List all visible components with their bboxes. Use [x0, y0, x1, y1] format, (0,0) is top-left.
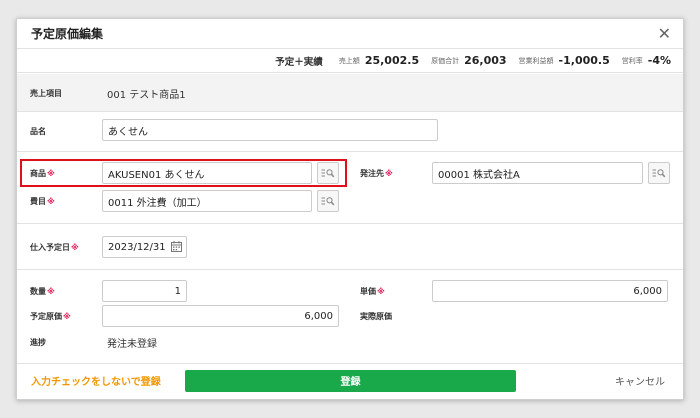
sales-item-row: 売上項目 001 テスト商品1 — [17, 74, 683, 112]
register-without-check-link[interactable]: 入力チェックをしないで登録 — [31, 373, 161, 388]
purchase-date-row: 仕入予定日※ 2023/12/31 — [17, 224, 683, 270]
summary-mode: 予定＋実績 — [275, 56, 323, 68]
dialog-title: 予定原価編集 — [31, 27, 104, 41]
expense-input[interactable]: 0011 外注費（加工） — [102, 190, 312, 212]
supplier-lookup-button[interactable] — [648, 162, 670, 184]
actual-cost-label: 実際原価 — [360, 312, 392, 321]
progress-value: 発注未登録 — [107, 339, 157, 350]
product-input[interactable]: AKUSEN01 あくせん — [102, 162, 312, 184]
progress-label: 進捗 — [30, 338, 46, 347]
calendar-icon — [171, 241, 182, 252]
item-name-label: 品名 — [30, 127, 46, 136]
summary-cost-label: 原価合計 — [431, 56, 460, 65]
supplier-label: 発注先※ — [360, 169, 393, 178]
cancel-button[interactable]: キャンセル — [615, 373, 665, 388]
unit-price-label: 単価※ — [360, 287, 385, 296]
unit-price-input[interactable]: 6,000 — [432, 280, 668, 302]
list-search-icon — [321, 197, 335, 206]
purchase-date-value: 2023/12/31 — [108, 241, 166, 253]
cost-edit-dialog: 予定原価編集 ✕ 予定＋実績 売上額 25,002.5 原価合計 26,003 … — [16, 18, 684, 400]
quantity-label: 数量※ — [30, 287, 55, 296]
planned-cost-input[interactable]: 6,000 — [102, 305, 339, 327]
summary-cost-value: 26,003 — [464, 54, 507, 67]
summary-profit-value: -1,000.5 — [558, 54, 610, 67]
product-row: 商品※ AKUSEN01 あくせん 発注先※ 00001 株式会社A 費目※ 0… — [17, 152, 683, 224]
summary-sales-value: 25,002.5 — [364, 54, 420, 67]
purchase-date-label: 仕入予定日※ — [30, 243, 79, 252]
product-lookup-button[interactable] — [317, 162, 339, 184]
summary-sales-label: 売上額 — [338, 56, 360, 65]
summary-bar: 予定＋実績 売上額 25,002.5 原価合計 26,003 営業利益額 -1,… — [17, 49, 683, 73]
quantity-price-row: 数量※ 1 単価※ 6,000 予定原価※ 6,000 実際原価 進捗 発注未登… — [17, 270, 683, 364]
dialog-header: 予定原価編集 ✕ — [17, 19, 683, 49]
expense-label: 費目※ — [30, 197, 55, 206]
list-search-icon — [652, 169, 666, 178]
purchase-date-input[interactable]: 2023/12/31 — [102, 236, 187, 258]
list-search-icon — [321, 169, 335, 178]
dialog-footer: 入力チェックをしないで登録 登録 キャンセル — [17, 362, 683, 399]
sales-item-label: 売上項目 — [30, 89, 62, 98]
supplier-input[interactable]: 00001 株式会社A — [432, 162, 643, 184]
register-button[interactable]: 登録 — [185, 369, 516, 392]
expense-lookup-button[interactable] — [317, 190, 339, 212]
sales-item-value: 001 テスト商品1 — [107, 90, 186, 101]
quantity-input[interactable]: 1 — [102, 280, 187, 302]
summary-profit-label: 営業利益額 — [518, 56, 554, 65]
close-icon[interactable]: ✕ — [658, 25, 671, 42]
planned-cost-label: 予定原価※ — [30, 312, 71, 321]
summary-margin-value: -4% — [647, 54, 671, 67]
item-name-row: 品名 あくせん — [17, 112, 683, 152]
product-label: 商品※ — [30, 169, 55, 178]
summary-margin-label: 営利率 — [621, 56, 643, 65]
item-name-input[interactable]: あくせん — [102, 119, 438, 141]
